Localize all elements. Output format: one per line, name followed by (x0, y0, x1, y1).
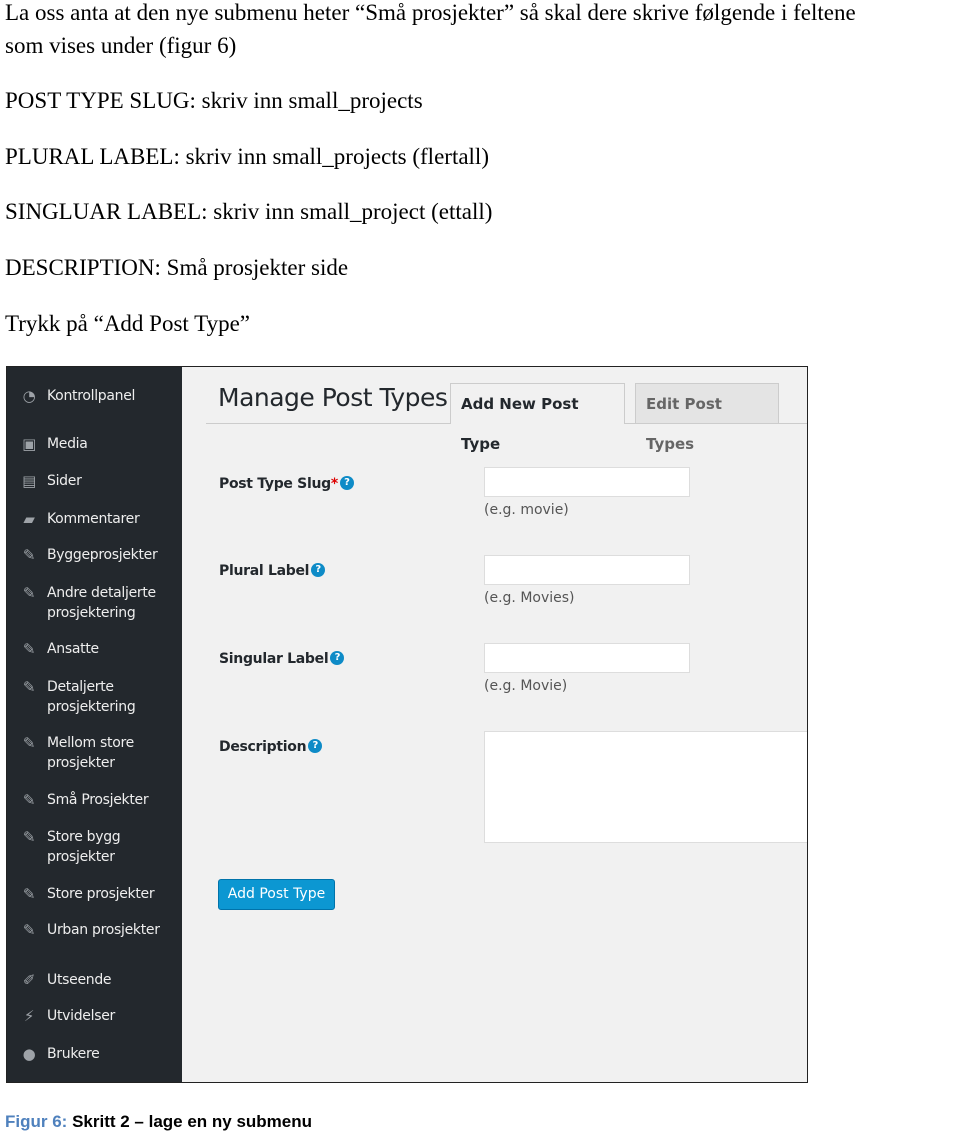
paragraph: POST TYPE SLUG: skriv inn small_projects (5, 88, 423, 113)
paragraph: PLURAL LABEL: skriv inn small_projects (… (5, 144, 489, 169)
pages-icon: ▤ (22, 472, 36, 490)
sidebar-item-kommentarer[interactable]: ▰ Kommentarer (23, 509, 139, 529)
field-hint: (e.g. Movie) (484, 678, 568, 694)
help-icon[interactable]: ? (339, 476, 354, 490)
singular-label-label: Singular Label? (219, 651, 345, 667)
help-icon[interactable]: ? (330, 651, 345, 665)
user-icon: ● (22, 1045, 36, 1063)
pin-icon: ✎ (22, 921, 36, 939)
pin-icon: ✎ (22, 791, 36, 809)
field-hint: (e.g. Movies) (484, 590, 575, 606)
pin-icon: ✎ (22, 678, 36, 696)
paragraph: La oss anta at den nye submenu heter “Sm… (5, 0, 856, 25)
sidebar-item-urban[interactable]: ✎ Urban prosjekter (23, 920, 160, 940)
plural-label-label: Plural Label? (219, 563, 326, 579)
pin-icon: ✎ (22, 546, 36, 564)
plugin-icon: ⚡ (23, 1007, 35, 1025)
sidebar-item-store[interactable]: ✎ Store prosjekter (23, 884, 155, 904)
main-content: Manage Post Types Add New Post Type Edit… (182, 367, 807, 1082)
brush-icon: ✐ (22, 971, 36, 989)
help-icon[interactable]: ? (308, 739, 323, 753)
sidebar-item-kontrollpanel[interactable]: ◔ Kontrollpanel (23, 386, 136, 406)
pin-icon: ✎ (22, 640, 36, 658)
pin-icon: ✎ (22, 734, 36, 752)
sidebar-item-utvidelser[interactable]: ⚡ Utvidelser (24, 1006, 115, 1026)
comments-icon: ▰ (23, 510, 35, 528)
tab-edit-post-types[interactable]: Edit Post Types (635, 383, 779, 453)
page-title: Manage Post Types (218, 383, 448, 412)
sidebar-item-sider[interactable]: ▤ Sider (22, 471, 82, 491)
sidebar-item-brukere[interactable]: ● Brukere (23, 1044, 100, 1064)
description-label: Description? (219, 739, 323, 755)
figure-caption: Figur 6: Skritt 2 – lage en ny submenu (5, 1112, 313, 1131)
paragraph: Trykk på “Add Post Type” (5, 311, 251, 336)
post-type-slug-input[interactable] (484, 467, 690, 497)
sidebar-item-andre[interactable]: ✎ Andre detaljerte prosjektering (23, 583, 167, 623)
sidebar-item-store-bygg[interactable]: ✎ Store bygg prosjekter (23, 827, 137, 867)
sidebar-item-mellom[interactable]: ✎ Mellom store prosjekter (23, 733, 157, 773)
sidebar-item-sma[interactable]: ✎ Små Prosjekter (23, 790, 149, 810)
sidebar-item-utseende[interactable]: ✐ Utseende (23, 970, 112, 990)
plural-label-input[interactable] (484, 555, 690, 585)
required-marker: * (330, 476, 338, 492)
post-type-slug-label: Post Type Slug*? (219, 476, 354, 492)
pin-icon: ✎ (22, 584, 36, 602)
pin-icon: ✎ (22, 828, 36, 846)
paragraph: som vises under (figur 6) (5, 33, 237, 58)
sidebar-item-byggeprosjekter[interactable]: ✎ Byggeprosjekter (23, 545, 158, 565)
wordpress-screenshot: ◔ Kontrollpanel ▣ Media ▤ Sider ▰ Kommentare… (6, 366, 808, 1083)
add-post-type-button[interactable]: Add Post Type (218, 879, 335, 910)
dashboard-icon: ◔ (22, 387, 36, 405)
sidebar-item-media[interactable]: ▣ Media (22, 434, 88, 454)
sidebar-item-ansatte[interactable]: ✎ Ansatte (23, 639, 99, 659)
pin-icon: ✎ (22, 885, 36, 903)
paragraph: DESCRIPTION: Små prosjekter side (5, 255, 349, 280)
field-hint: (e.g. movie) (484, 502, 569, 518)
tab-add-new-post-type[interactable]: Add New Post Type (450, 383, 625, 453)
admin-sidebar: ◔ Kontrollpanel ▣ Media ▤ Sider ▰ Kommentare… (7, 367, 182, 1082)
paragraph: SINGLUAR LABEL: skriv inn small_project … (5, 199, 493, 224)
singular-label-input[interactable] (484, 643, 690, 673)
help-icon[interactable]: ? (311, 563, 326, 577)
sidebar-item-detaljerte[interactable]: ✎ Detaljerte prosjektering (23, 677, 157, 717)
description-textarea[interactable] (484, 731, 807, 843)
media-icon: ▣ (22, 435, 36, 453)
